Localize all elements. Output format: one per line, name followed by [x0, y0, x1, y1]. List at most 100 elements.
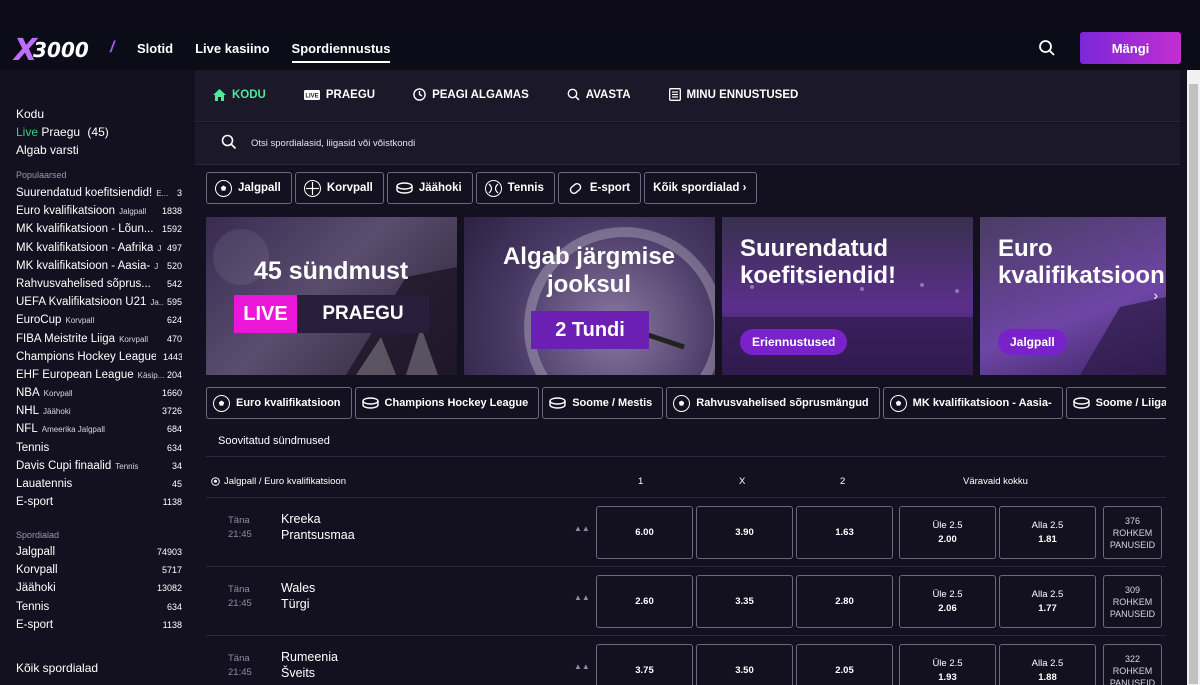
sport-button-esport[interactable]: E-sport: [557, 172, 642, 204]
more-bets-button[interactable]: 376 ROHKEM PANUSEID: [1103, 506, 1162, 559]
play-button[interactable]: Mängi: [1080, 32, 1181, 64]
nav-live-kasiino[interactable]: Live kasiino: [195, 41, 269, 63]
odd-button-1[interactable]: 6.00: [596, 506, 693, 559]
nav-slotid[interactable]: Slotid: [137, 41, 173, 63]
sidebar-popular-item[interactable]: EuroCup Korvpall 624: [16, 314, 182, 332]
league-button[interactable]: MK kvalifikatsioon - Aasia-: [882, 387, 1063, 419]
event-teams[interactable]: Rumeenia Šveits: [281, 649, 338, 681]
clock-icon: [413, 88, 426, 101]
more-bets-button[interactable]: 322 ROHKEM PANUSEID: [1103, 644, 1162, 685]
x3000-logo[interactable]: X 3000: [14, 33, 89, 68]
event-row[interactable]: Täna 21:45 Wales Türgi ▲▲ 2.60 3.35 2.80 Ü…: [206, 568, 1166, 636]
item-count: 634: [166, 601, 182, 612]
item-count: 3726: [161, 406, 182, 417]
sport-button-jalgpall[interactable]: Jalgpall: [206, 172, 292, 204]
sidebar-sport-item[interactable]: Tennis 634: [16, 601, 182, 619]
sport-button-label: E-sport: [589, 182, 631, 194]
sidebar-popular-item[interactable]: Champions Hockey LeagueJ1443: [16, 351, 182, 369]
search-icon[interactable]: [1038, 39, 1056, 57]
item-sub: Ameerika Jalgpall: [41, 425, 105, 435]
odd-button-x[interactable]: 3.35: [696, 575, 793, 628]
league-button[interactable]: Soome / Liiga ›: [1065, 387, 1166, 419]
stats-icon[interactable]: ▲▲: [574, 593, 590, 602]
all-sports-button[interactable]: Kõik spordialad ›: [644, 172, 758, 204]
sidebar-popular-item[interactable]: Euro kvalifikatsioon Jalgpall 1838: [16, 205, 182, 223]
odd-button-under[interactable]: Alla 2.5 1.81: [999, 506, 1096, 559]
tab-minu-ennustused[interactable]: MINU ENNUSTUSED: [668, 88, 798, 101]
banner-live-events[interactable]: 45 sündmust LIVE PRAEGU: [206, 217, 457, 375]
scrollbar[interactable]: [1187, 70, 1200, 685]
odd-button-under[interactable]: Alla 2.5 1.88: [999, 644, 1096, 685]
odd-button-1[interactable]: 2.60: [596, 575, 693, 628]
sidebar-popular-item[interactable]: EHF European League Käsip... 204: [16, 369, 182, 387]
sidebar-sport-item[interactable]: Jalgpall 74903: [16, 546, 182, 564]
sidebar-popular-item[interactable]: MK kvalifikatsioon - Aafrika J 497: [16, 242, 182, 260]
nav-spordiennustus[interactable]: Spordiennustus: [291, 41, 391, 63]
odd-button-over[interactable]: Üle 2.5 2.00: [899, 506, 996, 559]
sidebar-popular-item[interactable]: E-sport 1138: [16, 496, 182, 514]
scrollbar-thumb[interactable]: [1189, 84, 1198, 684]
events-league[interactable]: Jalgpall / Euro kvalifikatsioon: [211, 476, 346, 487]
event-teams[interactable]: Kreeka Prantsusmaa: [281, 511, 355, 543]
sidebar-popular-item[interactable]: Rahvusvahelised sõprus... 542: [16, 278, 182, 296]
tab-avasta[interactable]: AVASTA: [567, 88, 631, 101]
hockey-puck-icon: [549, 397, 566, 409]
sidebar-item-kodu[interactable]: Kodu: [16, 105, 109, 123]
sidebar-popular-item[interactable]: MK kvalifikatsioon - Aasia- J 520: [16, 260, 182, 278]
tab-praegu[interactable]: LIVE PRAEGU: [303, 88, 375, 101]
sidebar-popular-item[interactable]: Suurendatud koefitsiendid! E... 3: [16, 187, 182, 205]
sidebar-all-sports[interactable]: Kõik spordialad: [16, 661, 98, 675]
item-name: MK kvalifikatsioon - Aafrika: [16, 241, 154, 254]
sport-button-tennis[interactable]: Tennis: [475, 172, 555, 204]
odd-button-over[interactable]: Üle 2.5 1.93: [899, 644, 996, 685]
banner-euro-qualifiers[interactable]: Euro kvalifikatsioon Jalgpall ›: [980, 217, 1166, 375]
sidebar-popular-item[interactable]: Davis Cupi finaalid Tennis 34: [16, 460, 182, 478]
odd-button-2[interactable]: 1.63: [796, 506, 893, 559]
item-count: 1660: [161, 388, 182, 399]
odd-button-x[interactable]: 3.90: [696, 506, 793, 559]
sidebar-popular-item[interactable]: Lauatennis 45: [16, 478, 182, 496]
tab-kodu[interactable]: KODU: [213, 88, 266, 101]
banner-title: Suurendatud koefitsiendid!: [740, 235, 897, 289]
banner-pill-button[interactable]: Eriennustused: [740, 329, 848, 355]
sidebar-sport-item[interactable]: Korvpall 5717: [16, 564, 182, 582]
odd-button-2[interactable]: 2.05: [796, 644, 893, 685]
sidebar-item-live[interactable]: Live Praegu (45): [16, 123, 109, 141]
sidebar-popular-item[interactable]: FIBA Meistrite Liiga Korvpall 470: [16, 333, 182, 351]
league-button[interactable]: Champions Hockey League: [354, 387, 540, 419]
odd-button-1[interactable]: 3.75: [596, 644, 693, 685]
sidebar-popular-item[interactable]: UEFA Kvalifikatsioon U21Ja...595: [16, 296, 182, 314]
odd-button-x[interactable]: 3.50: [696, 644, 793, 685]
tab-peagi-algamas[interactable]: PEAGI ALGAMAS: [413, 88, 529, 101]
event-teams[interactable]: Wales Türgi: [281, 580, 315, 612]
sidebar-popular-item[interactable]: MK kvalifikatsioon - Lõun... 1592: [16, 223, 182, 241]
banner-starting-soon[interactable]: Algab järgmise jooksul 2 Tundi: [464, 217, 715, 375]
odd-value: 1.63: [835, 526, 854, 538]
league-button[interactable]: Euro kvalifikatsioon: [206, 387, 352, 419]
banner-pill-button[interactable]: Jalgpall: [998, 329, 1067, 355]
odd-button-over[interactable]: Üle 2.5 2.06: [899, 575, 996, 628]
sidebar-popular-item[interactable]: NHL Jäähoki 3726: [16, 405, 182, 423]
chevron-right-icon[interactable]: ›: [1153, 287, 1158, 303]
stats-icon[interactable]: ▲▲: [574, 662, 590, 671]
stats-icon[interactable]: ▲▲: [574, 524, 590, 533]
event-row[interactable]: Täna 21:45 Rumeenia Šveits ▲▲ 3.75 3.50 2.…: [206, 637, 1166, 685]
sport-search[interactable]: Otsi spordialasid, liigasid või võistkon…: [195, 123, 1180, 165]
sidebar-popular-item[interactable]: NFL Ameerika Jalgpall 684: [16, 423, 182, 441]
league-button[interactable]: Soome / Mestis: [542, 387, 664, 419]
league-button[interactable]: Rahvusvahelised sõprusmängud: [666, 387, 880, 419]
more-bets-button[interactable]: 309 ROHKEM PANUSEID: [1103, 575, 1162, 628]
banner-boosted-odds[interactable]: Suurendatud koefitsiendid! Eriennustused: [722, 217, 973, 375]
sidebar-item-algab-varsti[interactable]: Algab varsti: [16, 141, 109, 159]
sport-button-korvpall[interactable]: Korvpall: [294, 172, 384, 204]
sidebar-sport-item[interactable]: E-sport 1138: [16, 619, 182, 637]
event-row[interactable]: Täna 21:45 Kreeka Prantsusmaa ▲▲ 6.00 3.90…: [206, 499, 1166, 567]
sport-button-jaahoki[interactable]: Jäähoki: [386, 172, 473, 204]
odd-button-under[interactable]: Alla 2.5 1.77: [999, 575, 1096, 628]
sidebar-sport-item[interactable]: Jäähoki 13082: [16, 582, 182, 600]
odd-label: Alla 2.5: [1031, 657, 1064, 669]
odd-button-2[interactable]: 2.80: [796, 575, 893, 628]
sidebar-popular-item[interactable]: NBA Korvpall 1660: [16, 387, 182, 405]
sidebar-popular-item[interactable]: Tennis 634: [16, 442, 182, 460]
item-name: MK kvalifikatsioon - Lõun...: [16, 223, 154, 236]
